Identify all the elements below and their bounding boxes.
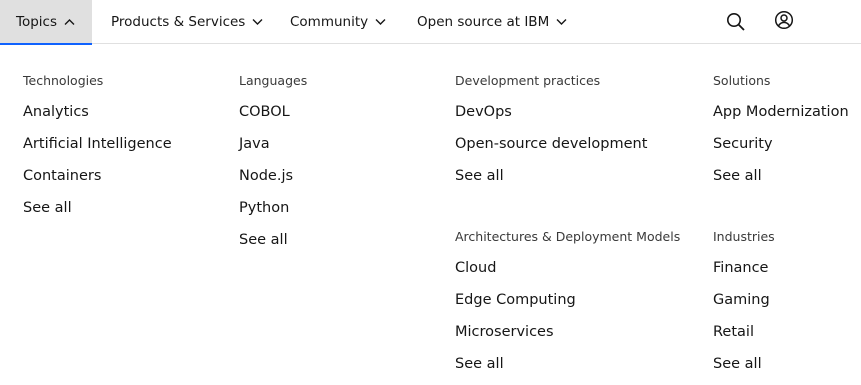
menu-link-containers[interactable]: Containers: [23, 168, 101, 184]
menu-link-open-source-development[interactable]: Open-source development: [455, 136, 647, 152]
group-title-development-practices: Development practices: [455, 73, 601, 88]
menu-link-java[interactable]: Java: [239, 136, 270, 152]
menu-link-python[interactable]: Python: [239, 200, 289, 216]
menu-link-edge-computing[interactable]: Edge Computing: [455, 292, 576, 308]
menu-link-app-modernization[interactable]: App Modernization: [713, 104, 849, 120]
chevron-down-icon: [375, 19, 386, 25]
menu-link-technologies-see-all[interactable]: See all: [23, 200, 72, 216]
top-navigation-bar: Topics Products & Services Community Ope…: [0, 0, 861, 45]
menu-link-architectures-see-all[interactable]: See all: [455, 356, 504, 372]
nav-tab-label: Topics: [16, 13, 57, 30]
menu-link-nodejs[interactable]: Node.js: [239, 168, 293, 184]
menu-link-languages-see-all[interactable]: See all: [239, 232, 288, 248]
nav-tab-community[interactable]: Community: [290, 0, 386, 44]
menu-link-retail[interactable]: Retail: [713, 324, 754, 340]
nav-tab-label: Open source at IBM: [417, 14, 550, 30]
search-icon: [727, 13, 745, 31]
menu-link-cloud[interactable]: Cloud: [455, 260, 496, 276]
group-title-solutions: Solutions: [713, 73, 771, 88]
user-profile-icon: [774, 10, 794, 30]
menu-link-analytics[interactable]: Analytics: [23, 104, 89, 120]
nav-tab-label: Products & Services: [111, 14, 246, 30]
menu-link-dev-practices-see-all[interactable]: See all: [455, 168, 504, 184]
menu-link-artificial-intelligence[interactable]: Artificial Intelligence: [23, 136, 172, 152]
chevron-down-icon: [556, 19, 567, 25]
user-profile-button[interactable]: [762, 0, 806, 42]
menu-link-solutions-see-all[interactable]: See all: [713, 168, 762, 184]
chevron-down-icon: [252, 19, 263, 25]
menu-link-finance[interactable]: Finance: [713, 260, 768, 276]
chevron-up-icon: [64, 18, 75, 25]
menu-link-cobol[interactable]: COBOL: [239, 104, 290, 120]
menu-link-gaming[interactable]: Gaming: [713, 292, 770, 308]
menu-link-industries-see-all[interactable]: See all: [713, 356, 762, 372]
nav-tab-products-services[interactable]: Products & Services: [111, 0, 263, 44]
group-title-technologies: Technologies: [23, 73, 104, 88]
menu-link-security[interactable]: Security: [713, 136, 773, 152]
nav-tab-label: Community: [290, 14, 369, 30]
search-button[interactable]: [714, 0, 758, 44]
menu-link-devops[interactable]: DevOps: [455, 104, 512, 120]
nav-tab-topics[interactable]: Topics: [0, 0, 92, 45]
group-title-languages: Languages: [239, 73, 308, 88]
nav-tab-open-source[interactable]: Open source at IBM: [417, 0, 567, 44]
menu-link-microservices[interactable]: Microservices: [455, 324, 554, 340]
group-title-architectures: Architectures & Deployment Models: [455, 229, 681, 244]
group-title-industries: Industries: [713, 229, 775, 244]
